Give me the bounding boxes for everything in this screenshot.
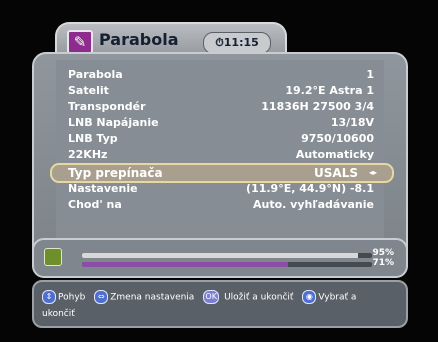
row-label: Transpondér — [68, 100, 146, 113]
row-label: Parabola — [68, 68, 123, 81]
settings-row-lnb-typ[interactable]: LNB Typ 9750/10600 — [56, 132, 384, 146]
signal-meter: 95% 71% — [32, 238, 408, 278]
hint-change: ⇔ Zmena nastavenia — [94, 290, 194, 304]
hint-select: ◉ Vybrať a — [302, 290, 356, 304]
row-label: Chod' na — [68, 198, 122, 211]
help-bar: ⇕ Pohyb ⇔ Zmena nastavenia OK Uložiť a uko… — [32, 280, 408, 328]
up-down-key-icon: ⇕ — [42, 290, 56, 304]
signal-icon — [44, 248, 62, 266]
signal-quality-value: 71% — [372, 258, 394, 268]
row-label: Nastavenie — [68, 182, 138, 195]
settings-list: Parabola 1 Satelit 19.2°E Astra 1 Transp… — [50, 60, 394, 245]
row-value: Automaticky — [295, 148, 374, 161]
select-key-icon: ◉ — [302, 290, 317, 304]
signal-strength-value: 95% — [372, 248, 394, 258]
hint-move: ⇕ Pohyb — [42, 290, 85, 304]
row-value: (11.9°E, 44.9°N) -8.1 — [246, 182, 374, 195]
settings-row-lnb-napajanie[interactable]: LNB Napájanie 13/18V — [56, 116, 384, 130]
row-value: 13/18V — [330, 116, 374, 129]
settings-row-typ-prepinaca[interactable]: Typ prepínača USALS ◂▸ — [50, 163, 394, 183]
row-value: 19.2°E Astra 1 — [285, 84, 374, 97]
row-value: 9750/10600 — [301, 132, 374, 145]
left-right-arrows-icon[interactable]: ◂▸ — [364, 168, 382, 178]
row-value: 11836H 27500 3/4 — [261, 100, 374, 113]
row-label: LNB Typ — [68, 132, 118, 145]
settings-row-parabola[interactable]: Parabola 1 — [56, 68, 384, 82]
left-right-key-icon: ⇔ — [94, 290, 109, 304]
settings-row-nastavenie[interactable]: Nastavenie (11.9°E, 44.9°N) -8.1 — [56, 182, 384, 196]
settings-row-satelit[interactable]: Satelit 19.2°E Astra 1 — [56, 84, 384, 98]
signal-strength-fill — [82, 253, 358, 258]
row-label: LNB Napájanie — [68, 116, 159, 129]
signal-strength-bar — [82, 253, 372, 258]
settings-panel: Parabola 1 Satelit 19.2°E Astra 1 Transp… — [32, 52, 408, 262]
row-value: USALS — [314, 166, 358, 180]
dish-edit-icon: ✎ — [67, 30, 93, 54]
row-value: 1 — [366, 68, 374, 81]
settings-row-22khz[interactable]: 22KHz Automaticky — [56, 148, 384, 162]
settings-row-transponder[interactable]: Transpondér 11836H 27500 3/4 — [56, 100, 384, 114]
hint-select-continued: ukončiť — [42, 309, 75, 319]
settings-row-chod-na[interactable]: Chod' na Auto. vyhľadávanie — [56, 198, 384, 212]
row-label: Typ prepínača — [68, 166, 163, 180]
signal-quality-fill — [82, 262, 288, 267]
row-label: 22KHz — [68, 148, 108, 161]
signal-quality-bar — [82, 262, 372, 267]
ok-key-icon: OK — [203, 290, 220, 304]
row-value: Auto. vyhľadávanie — [253, 198, 374, 211]
row-label: Satelit — [68, 84, 109, 97]
page-title: Parabola — [99, 30, 179, 49]
hint-save: OK Uložiť a ukončiť — [203, 290, 293, 304]
clock-display: ⏱11:15 — [203, 32, 271, 54]
